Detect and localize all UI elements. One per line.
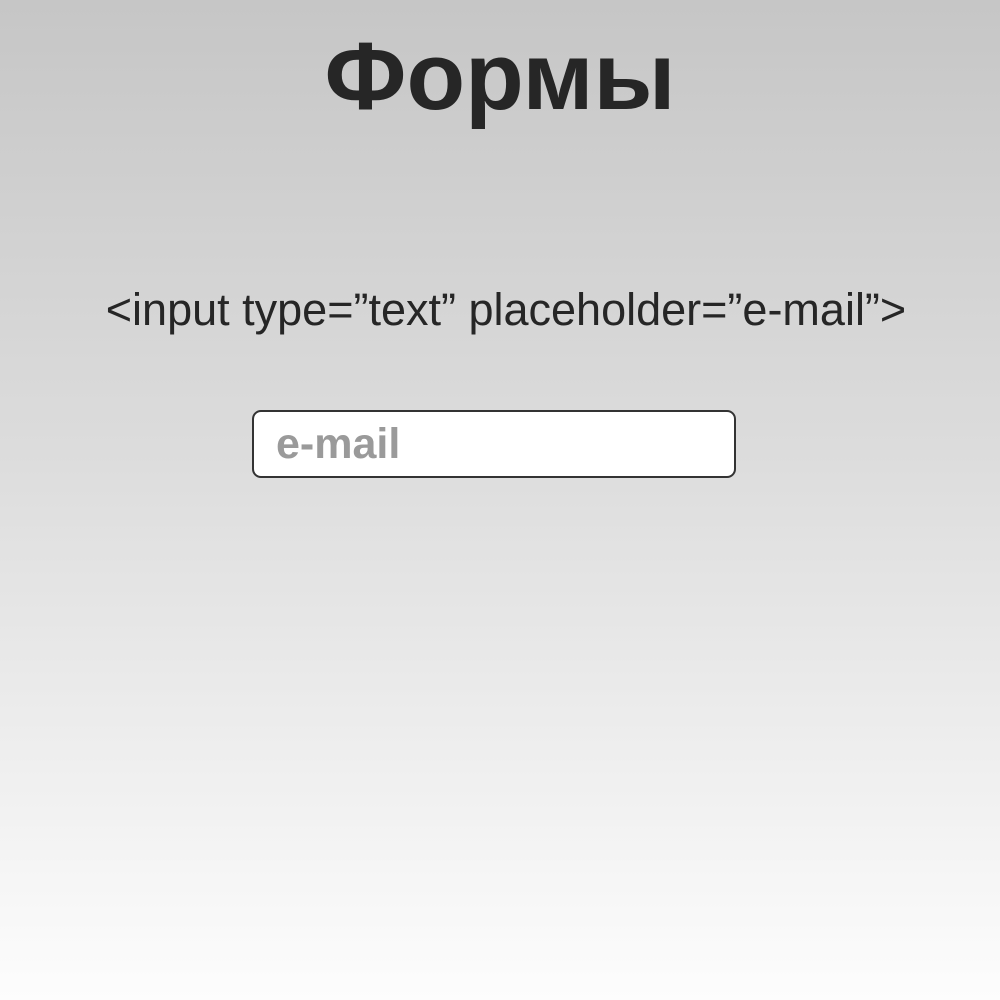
slide-title: Формы bbox=[324, 23, 676, 130]
email-input[interactable] bbox=[252, 410, 736, 478]
code-example-text: <input type=”text” placeholder=”e-mail”> bbox=[105, 284, 907, 335]
